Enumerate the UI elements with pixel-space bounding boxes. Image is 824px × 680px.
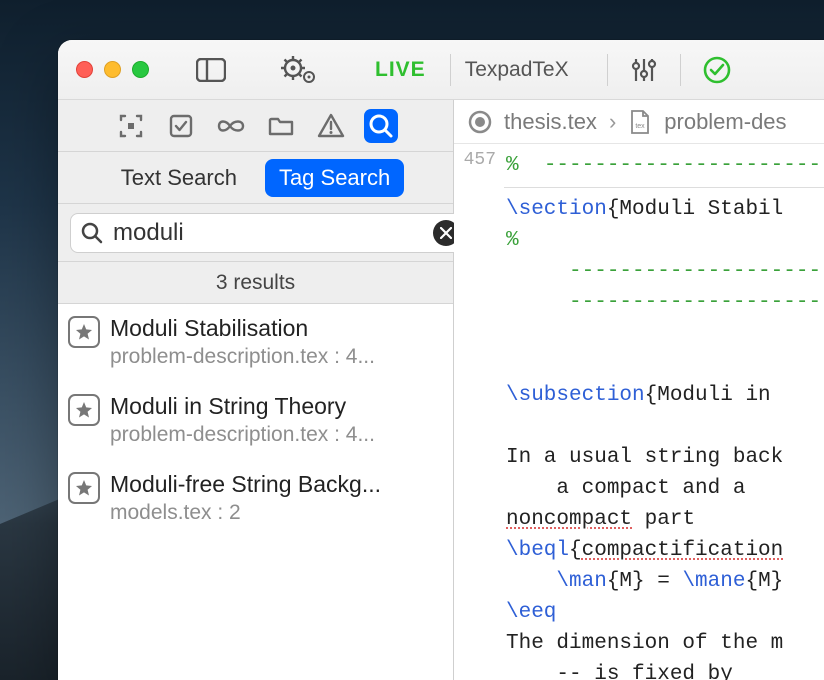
divider	[680, 54, 681, 86]
result-path: models.tex : 2	[110, 499, 441, 526]
result-title: Moduli-free String Backg...	[110, 470, 441, 499]
viewport-icon	[118, 113, 144, 139]
close-window-button[interactable]	[76, 61, 93, 78]
gutter: 457	[454, 144, 504, 680]
sidebar-icon	[196, 58, 226, 82]
svg-text:tex: tex	[636, 123, 646, 130]
result-path: problem-description.tex : 4...	[110, 343, 441, 370]
infinity-icon	[216, 116, 246, 136]
sliders-button[interactable]	[622, 53, 666, 87]
live-indicator[interactable]: LIVE	[375, 58, 426, 82]
check-square-icon	[168, 113, 194, 139]
tab-symbols[interactable]	[214, 109, 248, 143]
zoom-window-button[interactable]	[132, 61, 149, 78]
sidebar: Text Search Tag Search	[58, 100, 454, 680]
search-bar	[58, 204, 453, 262]
tex-file-icon: tex	[628, 110, 652, 134]
app-window: LIVE TexpadTeX	[58, 40, 824, 680]
code-area[interactable]: 457 % ---------------------- \section{Mo…	[454, 144, 824, 680]
mode-text-search[interactable]: Text Search	[107, 159, 251, 197]
breadcrumb[interactable]: thesis.tex › tex problem-des	[454, 100, 824, 144]
search-input[interactable]	[113, 219, 423, 247]
window-controls	[76, 61, 149, 78]
star-icon	[68, 316, 100, 348]
tab-todo[interactable]	[164, 109, 198, 143]
star-icon	[68, 472, 100, 504]
sliders-icon	[631, 57, 657, 83]
results-list: Moduli Stabilisation problem-description…	[58, 304, 453, 680]
results-count: 3 results	[58, 262, 453, 304]
close-icon	[440, 227, 452, 239]
divider	[450, 54, 451, 86]
result-item[interactable]: Moduli-free String Backg... models.tex :…	[58, 460, 453, 538]
editor-pane: thesis.tex › tex problem-des 457 % -----…	[454, 100, 824, 680]
folder-icon	[268, 115, 294, 137]
search-mode-toggle: Text Search Tag Search	[58, 152, 453, 204]
sidebar-tabs	[58, 100, 453, 152]
warning-icon	[317, 113, 345, 139]
titlebar: LIVE TexpadTeX	[58, 40, 824, 100]
result-item[interactable]: Moduli Stabilisation problem-description…	[58, 304, 453, 382]
search-field[interactable]	[70, 213, 470, 253]
tab-warnings[interactable]	[314, 109, 348, 143]
star-icon	[68, 394, 100, 426]
tab-search[interactable]	[364, 109, 398, 143]
result-title: Moduli in String Theory	[110, 392, 441, 421]
result-item[interactable]: Moduli in String Theory problem-descript…	[58, 382, 453, 460]
result-title: Moduli Stabilisation	[110, 314, 441, 343]
checkmark-circle-icon	[703, 56, 731, 84]
tab-outline[interactable]	[114, 109, 148, 143]
breadcrumb-sub: problem-des	[664, 109, 786, 135]
engine-selector[interactable]: TexpadTeX	[465, 58, 569, 82]
settings-button[interactable]	[273, 53, 325, 87]
toggle-sidebar-button[interactable]	[189, 53, 233, 87]
chevron-right-icon: ›	[609, 109, 616, 135]
divider	[607, 54, 608, 86]
search-icon	[368, 113, 394, 139]
target-icon	[468, 110, 492, 134]
breadcrumb-file: thesis.tex	[504, 109, 597, 135]
result-path: problem-description.tex : 4...	[110, 421, 441, 448]
search-icon	[81, 222, 103, 244]
mode-tag-search[interactable]: Tag Search	[265, 159, 404, 197]
code[interactable]: % ---------------------- \section{Moduli…	[504, 144, 824, 680]
status-ok-button[interactable]	[695, 53, 739, 87]
minimize-window-button[interactable]	[104, 61, 121, 78]
tab-files[interactable]	[264, 109, 298, 143]
gear-icon	[280, 56, 318, 84]
